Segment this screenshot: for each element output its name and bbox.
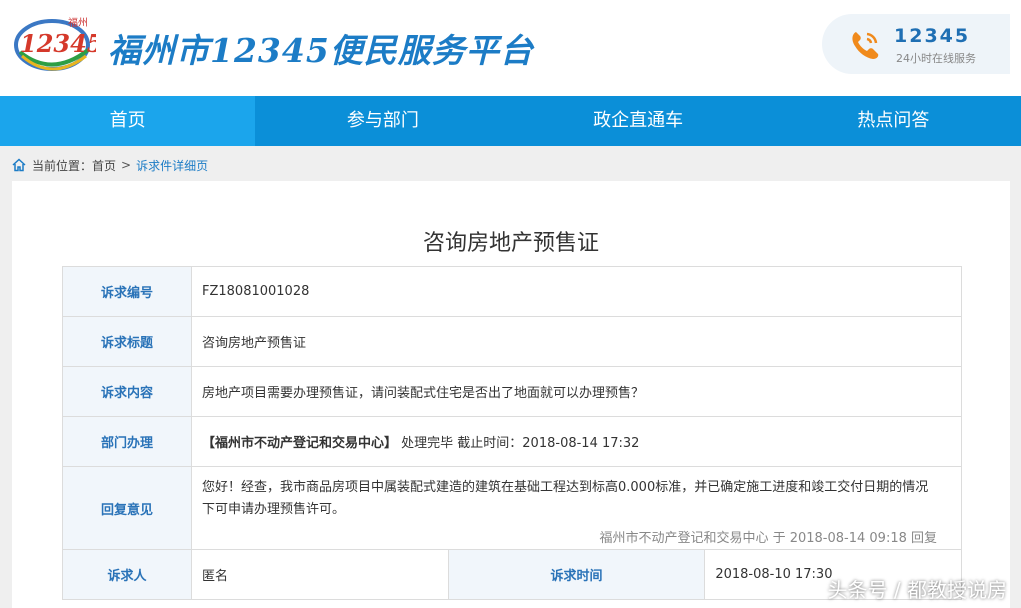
content-value: 房地产项目需要办理预售证，请问装配式住宅是否出了地面就可以办理预售？ <box>191 366 962 417</box>
time-label: 诉求时间 <box>447 549 706 600</box>
subject-value: 咨询房地产预售证 <box>191 316 962 367</box>
site-header: 福州 12345 福州市12345便民服务平台 12345 24小时在线服务 <box>0 0 1021 96</box>
department-status: 处理完毕 截止时间：2018-08-14 17:32 <box>401 436 640 451</box>
site-title: 福州市12345便民服务平台 <box>108 31 534 70</box>
petitioner-value: 匿名 <box>191 549 449 600</box>
reply-label: 回复意见 <box>62 466 192 550</box>
content-label: 诉求内容 <box>62 366 192 417</box>
detail-table: 诉求编号 FZ18081001028 诉求标题 咨询房地产预售证 诉求内容 房地… <box>62 266 962 600</box>
petitioner-label: 诉求人 <box>62 549 192 600</box>
page-title: 咨询房地产预售证 <box>422 231 599 256</box>
subject-label: 诉求标题 <box>62 316 192 367</box>
home-icon <box>12 158 26 172</box>
phone-icon <box>852 32 879 59</box>
breadcrumb-home-link[interactable]: 首页 <box>92 157 116 174</box>
logo-icon[interactable]: 福州 12345 <box>12 12 96 74</box>
table-row: 诉求编号 FZ18081001028 <box>62 266 962 317</box>
department-label: 部门办理 <box>62 416 192 467</box>
breadcrumb-current: 诉求件详细页 <box>136 158 209 173</box>
department-value: 【福州市不动产登记和交易中心】 处理完毕 截止时间：2018-08-14 17:… <box>191 416 962 467</box>
logo-number-text: 12345 <box>20 29 96 58</box>
reply-value: 您好！经查，我市商品房项目中属装配式建造的建筑在基础工程达到标高0.000标准，… <box>191 466 962 550</box>
reply-text: 您好！经查，我市商品房项目中属装配式建造的建筑在基础工程达到标高0.000标准，… <box>202 479 929 517</box>
table-row: 回复意见 您好！经查，我市商品房项目中属装配式建造的建筑在基础工程达到标高0.0… <box>62 466 962 550</box>
nav-item-departments[interactable]: 参与部门 <box>255 96 510 146</box>
watermark: 头条号 / 都教授说房 <box>827 578 1007 602</box>
hotline-subtitle: 24小时在线服务 <box>896 52 976 65</box>
logo-city-text: 福州 <box>68 16 88 29</box>
id-value: FZ18081001028 <box>191 266 962 317</box>
nav-item-enterprise[interactable]: 政企直通车 <box>511 96 766 146</box>
breadcrumb: 当前位置： 首页 > 诉求件详细页 <box>12 155 208 175</box>
table-row: 部门办理 【福州市不动产登记和交易中心】 处理完毕 截止时间：2018-08-1… <box>62 416 962 467</box>
hotline-number: 12345 <box>894 25 971 47</box>
nav-item-home[interactable]: 首页 <box>0 96 256 146</box>
id-label: 诉求编号 <box>62 266 192 317</box>
nav-item-faq[interactable]: 热点问答 <box>766 96 1021 146</box>
department-name: 【福州市不动产登记和交易中心】 <box>202 436 398 451</box>
table-row: 诉求内容 房地产项目需要办理预售证，请问装配式住宅是否出了地面就可以办理预售？ <box>62 366 962 417</box>
main-nav: 首页 参与部门 政企直通车 热点问答 <box>0 96 1021 146</box>
detail-card: 咨询房地产预售证 诉求编号 FZ18081001028 诉求标题 咨询房地产预售… <box>12 181 1010 608</box>
reply-meta: 福州市不动产登记和交易中心 于 2018-08-14 09:18 回复 <box>599 530 937 546</box>
breadcrumb-separator: > <box>121 158 132 172</box>
table-row: 诉求标题 咨询房地产预售证 <box>62 316 962 367</box>
hotline-box: 12345 24小时在线服务 <box>822 14 1010 74</box>
breadcrumb-prefix: 当前位置： <box>32 158 93 173</box>
